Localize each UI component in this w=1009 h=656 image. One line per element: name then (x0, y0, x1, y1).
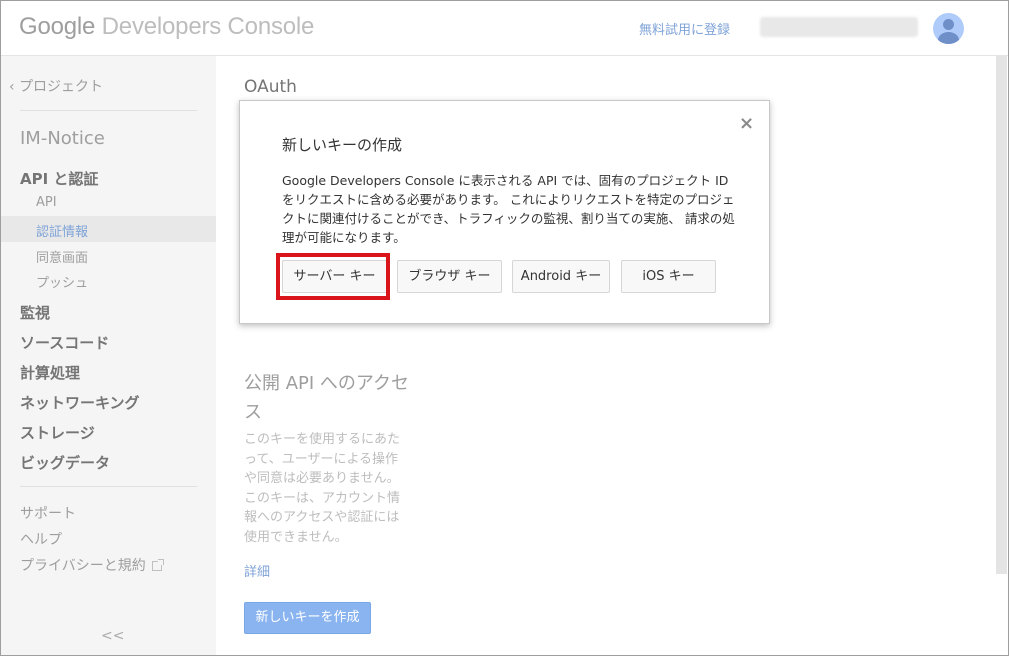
sidebar-item-storage[interactable]: ストレージ (20, 422, 95, 443)
privacy-link-label: プライバシーと規約 (20, 558, 146, 574)
dialog-description: Google Developers Console に表示される API では、… (282, 173, 735, 245)
sidebar-privacy-link[interactable]: プライバシーと規約 (20, 555, 164, 575)
sidebar-item-compute[interactable]: 計算処理 (20, 362, 80, 383)
close-icon[interactable]: × (739, 113, 754, 134)
avatar-body-icon (938, 32, 959, 44)
top-header: Google Developers Console 無料試用に登録 (0, 0, 1009, 56)
dialog-title: 新しいキーの作成 (282, 136, 403, 154)
external-link-icon (151, 559, 164, 571)
sidebar-item-monitoring[interactable]: 監視 (20, 302, 50, 323)
avatar-head-icon (943, 19, 954, 30)
free-trial-link[interactable]: 無料試用に登録 (639, 19, 730, 38)
details-link[interactable]: 詳細 (244, 561, 270, 580)
page-title: OAuth (244, 77, 297, 97)
android-key-button[interactable]: Android キー (512, 260, 610, 293)
sidebar-item-networking[interactable]: ネットワーキング (20, 392, 140, 413)
sidebar-item-api[interactable]: API (36, 195, 57, 210)
sidebar-item-credentials[interactable]: 認証情報 (36, 221, 88, 240)
account-email-redacted (760, 17, 918, 37)
sidebar-divider (20, 110, 197, 111)
server-key-button[interactable]: サーバー キー (282, 260, 387, 293)
ios-key-button[interactable]: iOS キー (621, 260, 716, 293)
project-name[interactable]: IM-Notice (20, 128, 105, 149)
public-api-section-description: このキーを使用するにあたって、ユーザーによる操作や同意は必要ありません。このキー… (244, 432, 401, 545)
back-link-label: プロジェクト (19, 79, 104, 95)
scrollbar-thumb[interactable] (996, 56, 1007, 574)
collapse-sidebar-button[interactable]: << (101, 628, 124, 644)
sidebar-support-link[interactable]: サポート (20, 503, 76, 523)
browser-key-button[interactable]: ブラウザ キー (397, 260, 502, 293)
sidebar-item-api-auth[interactable]: API と認証 (20, 168, 98, 189)
create-new-key-button[interactable]: 新しいキーを作成 (244, 602, 371, 634)
sidebar: ‹ プロジェクト IM-Notice API と認証 API 認証情報 同意画面… (0, 56, 216, 656)
console-logo[interactable]: Google Developers Console (19, 13, 314, 41)
chevron-left-icon: ‹ (9, 79, 20, 95)
sidebar-item-big-data[interactable]: ビッグデータ (20, 452, 110, 473)
sidebar-item-source-code[interactable]: ソースコード (20, 332, 109, 353)
back-to-projects-link[interactable]: ‹ プロジェクト (9, 76, 103, 96)
sidebar-help-link[interactable]: ヘルプ (20, 529, 62, 549)
sidebar-divider (20, 486, 197, 487)
avatar[interactable] (933, 13, 964, 44)
create-key-dialog: × 新しいキーの作成 Google Developers Console に表示… (239, 100, 770, 324)
public-api-section-title: 公開 API へのアクセス (244, 373, 410, 423)
logo-product: Developers Console (101, 13, 315, 40)
sidebar-item-consent-screen[interactable]: 同意画面 (36, 247, 88, 266)
logo-brand: Google (19, 13, 96, 40)
sidebar-active-row (0, 216, 216, 242)
sidebar-item-push[interactable]: プッシュ (36, 272, 88, 291)
